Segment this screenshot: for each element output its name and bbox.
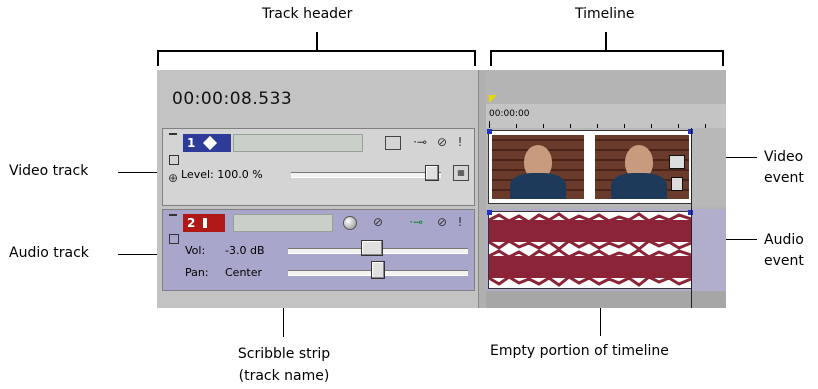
mute-icon[interactable]: ⊘ [435, 135, 449, 149]
level-slider-thumb[interactable] [425, 165, 439, 181]
event-fx-icon[interactable] [671, 177, 683, 191]
minimize-track-icon[interactable] [169, 133, 177, 139]
empty-timeline-portion[interactable] [486, 291, 726, 308]
pan-label: Pan: [185, 266, 209, 279]
minimize-track-icon[interactable] [169, 214, 177, 220]
solo-icon[interactable]: ! [455, 135, 465, 149]
level-label: Level: 100.0 % [181, 168, 263, 181]
track-motion-icon[interactable]: ⊕ [166, 171, 180, 185]
record-icon[interactable] [343, 216, 357, 230]
audio-track-header[interactable]: 2 ⊘ ·⊸ ⊘ ! Vol: -3.0 dB Pan: Center [162, 209, 475, 291]
audio-waveform [489, 212, 691, 287]
timecode-display: 00:00:08.533 [172, 89, 293, 109]
scribble-strip-callout: Scribble strip (track name) [237, 346, 331, 384]
audio-track-callout: Audio track [9, 245, 89, 261]
vol-slider-thumb[interactable] [361, 240, 383, 256]
video-scribble-strip[interactable] [233, 134, 363, 152]
time-ruler[interactable]: 00:00:00 [486, 104, 726, 129]
compositing-icon[interactable] [385, 136, 401, 150]
video-thumbnail-1 [492, 135, 584, 199]
video-event[interactable] [488, 130, 692, 204]
fx-plugin-icon[interactable]: ·⊸ [407, 215, 425, 229]
audio-event[interactable] [488, 211, 692, 289]
video-track-callout: Video track [9, 163, 89, 179]
composite-mode-icon[interactable]: ▦ [453, 165, 469, 181]
fx-plugin-icon[interactable]: ·⊸ [411, 135, 429, 149]
audio-event-callout: Audio event [764, 232, 804, 269]
fx-icon[interactable]: ⊘ [371, 215, 385, 229]
empty-timeline-callout: Empty portion of timeline [490, 343, 669, 359]
event-fade-handle[interactable] [487, 210, 492, 215]
vol-value: -3.0 dB [225, 244, 265, 257]
timeline-cursor[interactable] [691, 128, 692, 308]
solo-icon[interactable]: ! [455, 215, 465, 229]
audio-scribble-strip[interactable] [233, 214, 333, 232]
track-header-callout: Track header [262, 6, 353, 22]
mute-icon[interactable]: ⊘ [435, 215, 449, 229]
expand-track-icon[interactable] [169, 155, 179, 165]
timeline-callout: Timeline [575, 6, 635, 22]
pan-slider-thumb[interactable] [371, 261, 385, 279]
marker-icon[interactable] [489, 95, 497, 103]
expand-track-icon[interactable] [169, 234, 179, 244]
pan-value: Center [225, 266, 263, 279]
vol-label: Vol: [185, 244, 206, 257]
video-event-callout: Video event [764, 149, 804, 186]
level-slider[interactable] [291, 172, 441, 178]
video-track-number: 1 [183, 134, 231, 152]
speaker-icon [203, 218, 208, 228]
film-diamond-icon [203, 135, 218, 151]
timeline-bracket [490, 50, 724, 52]
event-fade-handle[interactable] [487, 129, 492, 134]
event-pan-crop-icon[interactable] [669, 155, 685, 169]
video-track-header[interactable]: 1 ·⊸ ⊘ ! ⊕ Level: 100.0 % ▦ [162, 128, 475, 206]
track-header-bracket [157, 50, 476, 52]
ruler-start-label: 00:00:00 [489, 109, 530, 119]
audio-track-number: 2 [183, 214, 225, 232]
